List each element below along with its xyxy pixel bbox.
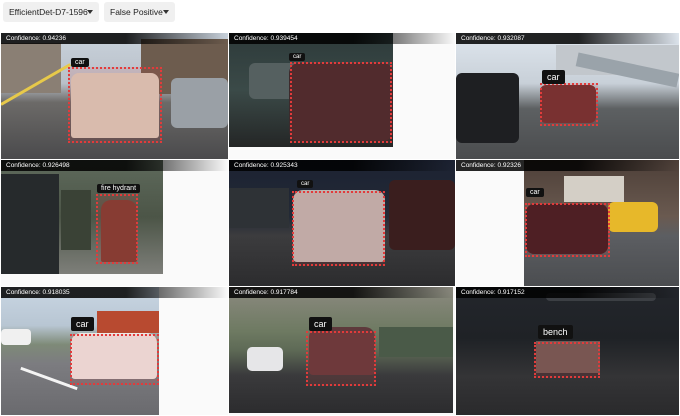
results-grid: Confidence: 0.94236 car Confidence: 0.93…: [0, 29, 680, 416]
confidence-label: Confidence: 0.926498: [1, 160, 228, 171]
confidence-label: Confidence: 0.918035: [1, 287, 228, 298]
filter-select-value: False Positive: [110, 7, 163, 17]
class-label: car: [542, 70, 565, 84]
class-label: car: [71, 58, 89, 67]
bounding-box: [290, 62, 392, 143]
result-card[interactable]: Confidence: 0.917784 car: [229, 287, 455, 415]
class-label: fire hydrant: [97, 184, 141, 193]
bounding-box: [96, 194, 138, 264]
class-label: car: [289, 53, 306, 61]
confidence-label: Confidence: 0.917784: [229, 287, 455, 298]
result-card[interactable]: Confidence: 0.926498 fire hydrant: [1, 160, 228, 286]
confidence-label: Confidence: 0.92326: [456, 160, 679, 171]
result-image: [1, 160, 163, 274]
class-label: car: [71, 317, 94, 331]
chevron-down-icon: [163, 10, 169, 14]
result-card[interactable]: Confidence: 0.92326 car: [456, 160, 679, 286]
bounding-box: [292, 191, 385, 266]
chevron-down-icon: [87, 10, 93, 14]
filter-select[interactable]: False Positive: [104, 2, 175, 22]
class-label: car: [297, 180, 314, 188]
result-card[interactable]: Confidence: 0.918035 car: [1, 287, 228, 415]
result-card[interactable]: Confidence: 0.932087 car: [456, 33, 679, 159]
bounding-box: [306, 331, 376, 386]
bounding-box: [540, 83, 598, 126]
class-label: car: [309, 317, 332, 331]
confidence-label: Confidence: 0.94236: [1, 33, 228, 44]
bounding-box: [534, 342, 600, 378]
result-card[interactable]: Confidence: 0.939454 car: [229, 33, 455, 159]
model-select-value: EfficientDet-D7-1596: [9, 7, 88, 17]
result-card[interactable]: Confidence: 0.94236 car: [1, 33, 228, 159]
model-select[interactable]: EfficientDet-D7-1596: [3, 2, 99, 22]
bounding-box: [525, 203, 610, 257]
bounding-box: [70, 334, 159, 385]
confidence-label: Confidence: 0.939454: [229, 33, 455, 44]
confidence-label: Confidence: 0.917152: [456, 287, 679, 298]
confidence-label: Confidence: 0.925343: [229, 160, 455, 171]
toolbar: EfficientDet-D7-1596 False Positive: [0, 0, 680, 28]
class-label: bench: [538, 325, 573, 339]
result-card[interactable]: Confidence: 0.925343 car: [229, 160, 455, 286]
bounding-box: [68, 67, 162, 143]
result-card[interactable]: Confidence: 0.917152 bench: [456, 287, 679, 415]
class-label: car: [526, 188, 544, 197]
confidence-label: Confidence: 0.932087: [456, 33, 679, 44]
